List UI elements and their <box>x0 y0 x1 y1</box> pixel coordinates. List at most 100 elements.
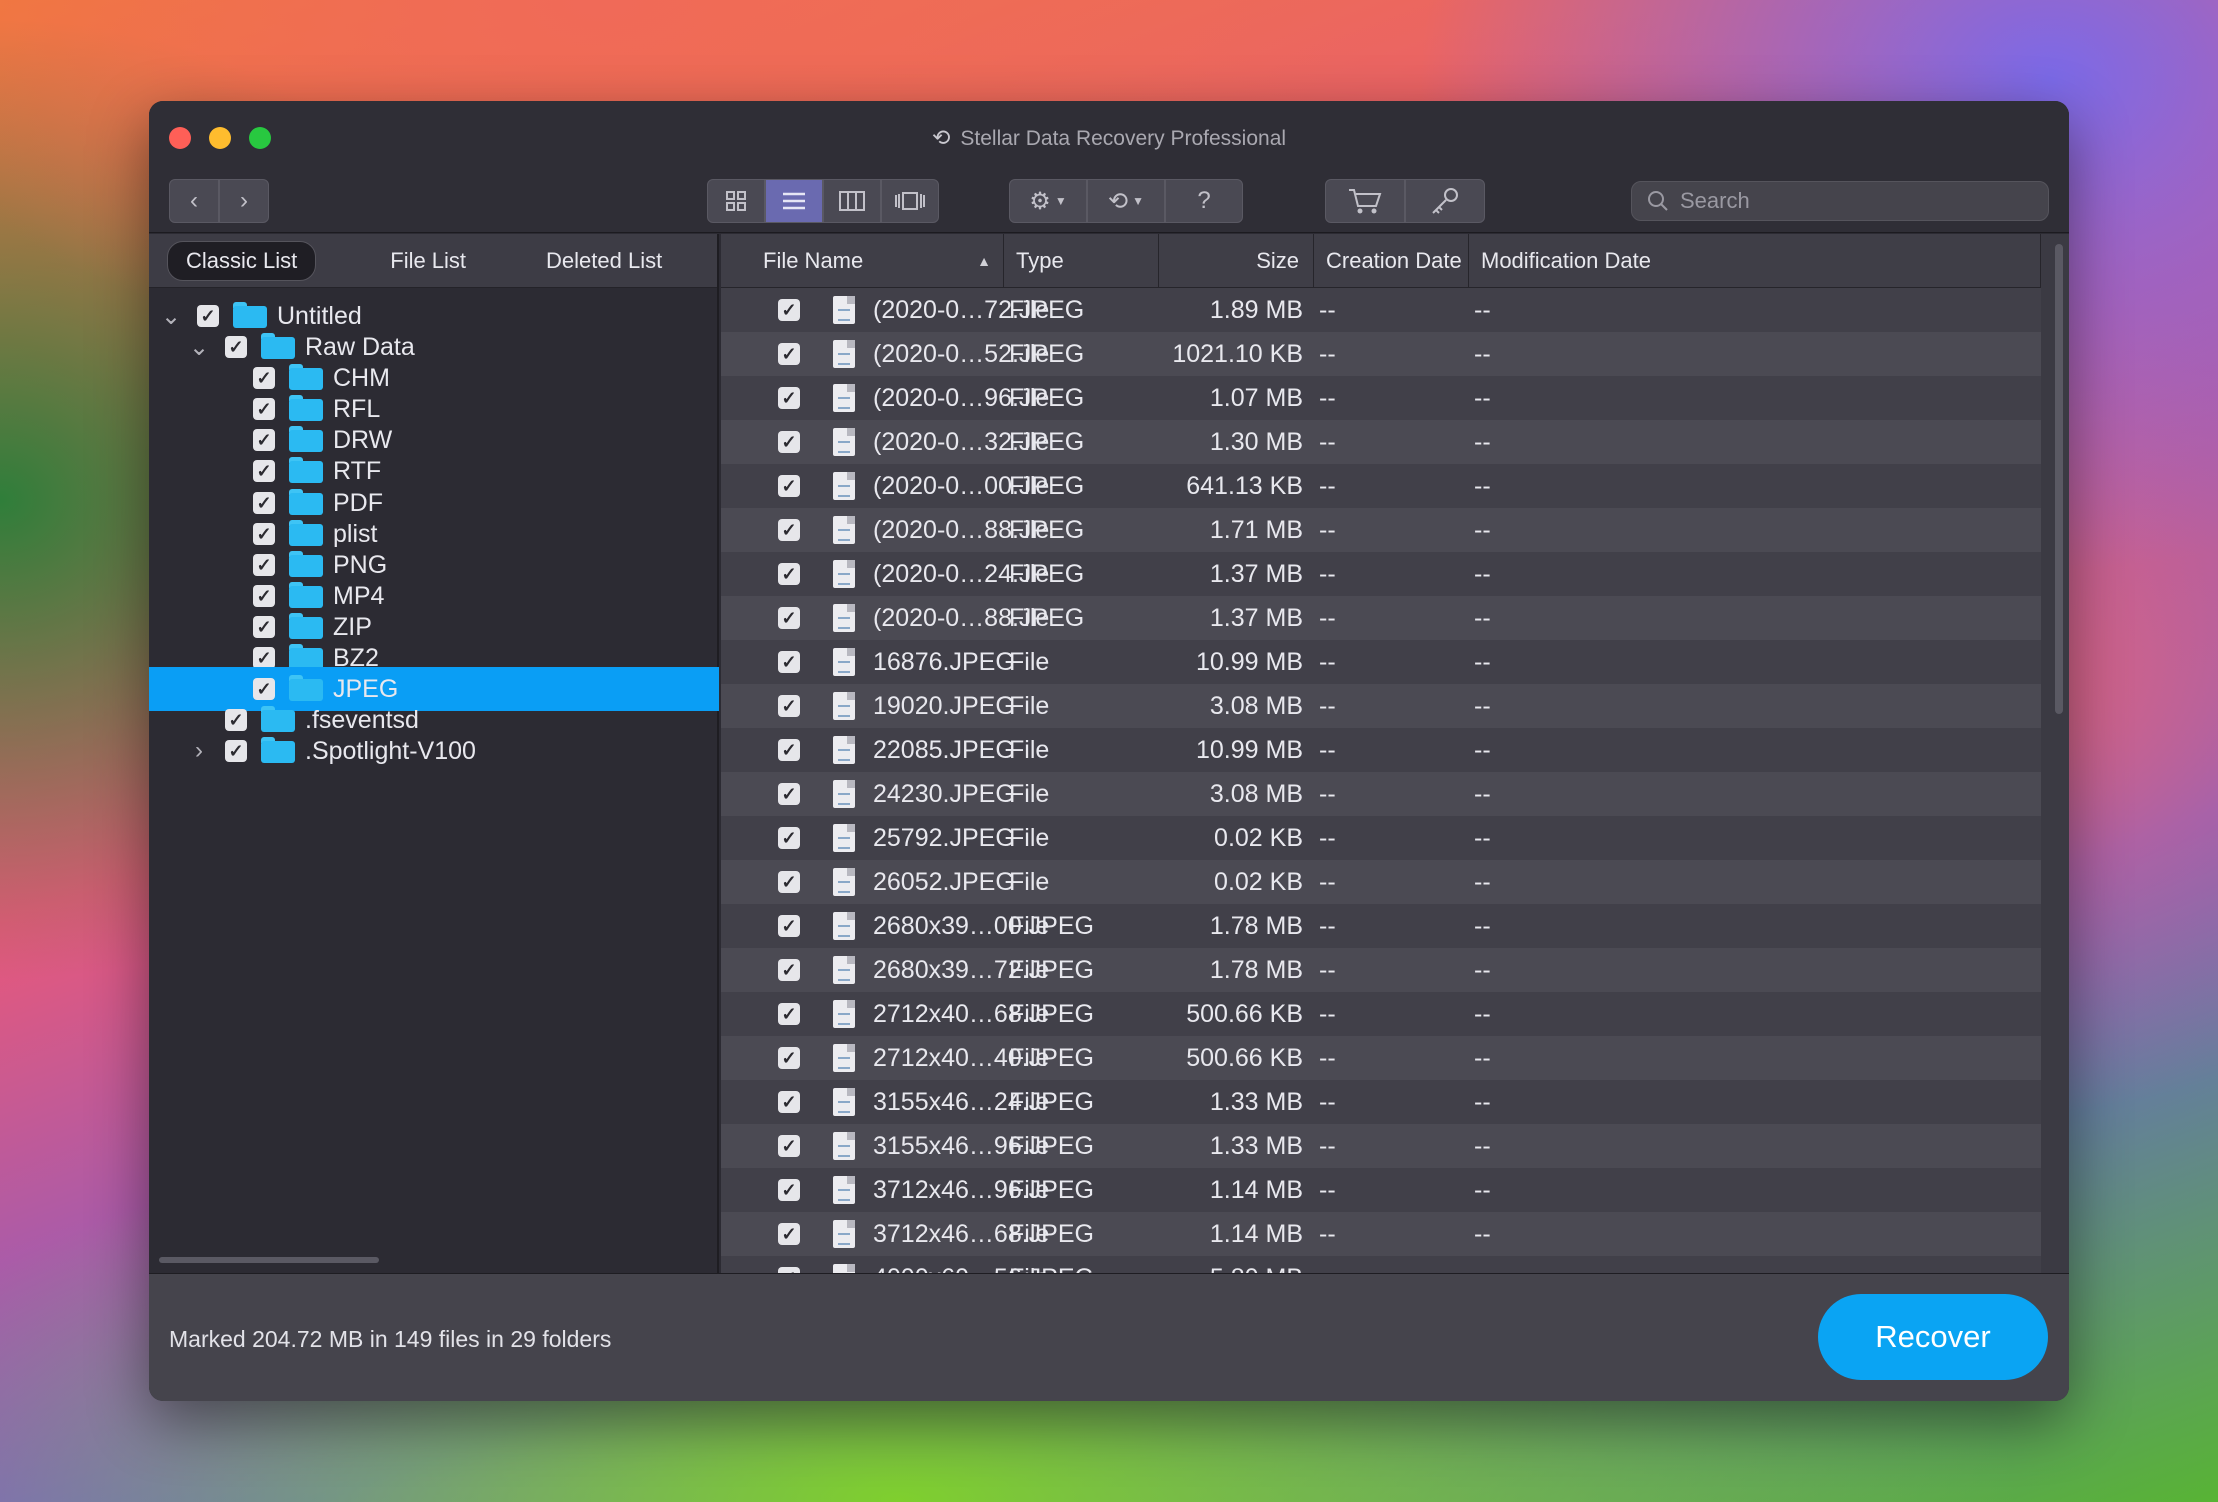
tree-item-checkbox[interactable]: ✓ <box>225 740 247 763</box>
file-checkbox[interactable]: ✓ <box>778 827 800 849</box>
file-name-cell: 16876.JPEG <box>873 648 1015 676</box>
table-row[interactable]: ✓ 26052.JPEG File 0.02 KB -- -- <box>721 860 2041 904</box>
file-checkbox[interactable]: ✓ <box>778 739 800 761</box>
table-row[interactable]: ✓ 3155x46…96.JPEG File 1.33 MB -- -- <box>721 1124 2041 1168</box>
column-header-file-name[interactable]: File Name ▲ <box>721 234 1004 288</box>
recover-button[interactable]: Recover <box>1818 1294 2048 1380</box>
folder-tree-pane: Classic List File List Deleted List ⌄ ✓ Un… <box>149 234 719 1273</box>
search-input[interactable] <box>1680 188 2020 214</box>
icon-view-button[interactable] <box>707 179 765 223</box>
tree-item-checkbox[interactable]: ✓ <box>253 584 275 607</box>
tree-item-checkbox[interactable]: ✓ <box>197 305 219 327</box>
table-row[interactable]: ✓ 19020.JPEG File 3.08 MB -- -- <box>721 684 2041 728</box>
file-checkbox[interactable]: ✓ <box>778 475 800 497</box>
file-checkbox[interactable]: ✓ <box>778 871 800 893</box>
tree-item-checkbox[interactable]: ✓ <box>253 429 275 452</box>
image-file-icon <box>833 692 855 720</box>
tree-item-checkbox[interactable]: ✓ <box>253 647 275 670</box>
column-header-type[interactable]: Type <box>1004 234 1159 288</box>
table-row[interactable]: ✓ 3155x46…24.JPEG File 1.33 MB -- -- <box>721 1080 2041 1124</box>
tab-classic-list[interactable]: Classic List <box>167 240 317 281</box>
chevron-right-icon[interactable]: › <box>187 737 211 765</box>
file-type-cell: File <box>1009 340 1050 368</box>
column-header-creation-date[interactable]: Creation Date <box>1314 234 1469 288</box>
file-checkbox[interactable]: ✓ <box>778 299 800 321</box>
file-checkbox[interactable]: ✓ <box>778 651 800 673</box>
file-checkbox[interactable]: ✓ <box>778 1135 800 1157</box>
modification-date-cell: -- <box>1474 1088 1491 1116</box>
table-row[interactable]: ✓ (2020-0…24.JPEG File 1.37 MB -- -- <box>721 552 2041 596</box>
tab-deleted-list[interactable]: Deleted List <box>528 242 680 280</box>
column-header-modification-date[interactable]: Modification Date <box>1469 234 2041 288</box>
column-view-button[interactable] <box>823 179 881 223</box>
tree-item-checkbox[interactable]: ✓ <box>253 398 275 421</box>
creation-date-cell: -- <box>1319 868 1336 896</box>
file-checkbox[interactable]: ✓ <box>778 1223 800 1245</box>
history-button[interactable]: ⟲ ▼ <box>1087 179 1165 223</box>
back-button[interactable]: ‹ <box>169 179 219 223</box>
table-row[interactable]: ✓ 2712x40…40.JPEG File 500.66 KB -- -- <box>721 1036 2041 1080</box>
tree-item-checkbox[interactable]: ✓ <box>225 336 247 359</box>
tree-item-checkbox[interactable]: ✓ <box>225 709 247 732</box>
tree-item-checkbox[interactable]: ✓ <box>253 678 275 701</box>
file-checkbox[interactable]: ✓ <box>778 519 800 541</box>
table-row[interactable]: ✓ 3712x46…68.JPEG File 1.14 MB -- -- <box>721 1212 2041 1256</box>
file-type-cell: File <box>1009 868 1050 896</box>
modification-date-cell: -- <box>1474 1044 1491 1072</box>
file-checkbox[interactable]: ✓ <box>778 915 800 937</box>
file-size-cell: 1.89 MB <box>1209 296 1303 324</box>
table-row[interactable]: ✓4000x60…56.JPEGFile5.80 MB---- <box>721 1256 2041 1273</box>
vertical-scrollbar[interactable] <box>2055 244 2063 714</box>
file-checkbox[interactable]: ✓ <box>778 607 800 629</box>
file-checkbox[interactable]: ✓ <box>778 1091 800 1113</box>
column-header-size[interactable]: Size <box>1159 234 1314 288</box>
file-checkbox[interactable]: ✓ <box>778 387 800 409</box>
table-row[interactable]: ✓ 2712x40…68.JPEG File 500.66 KB -- -- <box>721 992 2041 1036</box>
tree-item-checkbox[interactable]: ✓ <box>253 460 275 483</box>
image-file-icon <box>833 1220 855 1248</box>
table-row[interactable]: ✓ (2020-0…72.JPEG File 1.89 MB -- -- <box>721 288 2041 332</box>
help-button[interactable]: ? <box>1165 179 1243 223</box>
cover-flow-view-button[interactable] <box>881 179 939 223</box>
table-row[interactable]: ✓ (2020-0…00.JPEG File 641.13 KB -- -- <box>721 464 2041 508</box>
table-row[interactable]: ✓ 22085.JPEG File 10.99 MB -- -- <box>721 728 2041 772</box>
table-row[interactable]: ✓ 25792.JPEG File 0.02 KB -- -- <box>721 816 2041 860</box>
file-checkbox[interactable]: ✓ <box>778 783 800 805</box>
forward-button[interactable]: › <box>219 179 269 223</box>
file-checkbox[interactable]: ✓ <box>778 1179 800 1201</box>
tree-item-checkbox[interactable]: ✓ <box>253 553 275 576</box>
activate-button[interactable] <box>1405 179 1485 223</box>
horizontal-scrollbar[interactable] <box>159 1257 379 1263</box>
tree-item-checkbox[interactable]: ✓ <box>253 491 275 514</box>
file-size-cell: 1021.10 KB <box>1172 340 1303 368</box>
table-row[interactable]: ✓ 2680x39…00.JPEG File 1.78 MB -- -- <box>721 904 2041 948</box>
file-checkbox[interactable]: ✓ <box>778 563 800 585</box>
buy-button[interactable] <box>1325 179 1405 223</box>
tab-file-list[interactable]: File List <box>372 242 484 280</box>
file-type-cell: File <box>1009 912 1050 940</box>
tree-item-checkbox[interactable]: ✓ <box>253 367 275 390</box>
table-row[interactable]: ✓ 24230.JPEG File 3.08 MB -- -- <box>721 772 2041 816</box>
table-row[interactable]: ✓ 2680x39…72.JPEG File 1.78 MB -- -- <box>721 948 2041 992</box>
settings-button[interactable]: ⚙ ▼ <box>1009 179 1087 223</box>
table-row[interactable]: ✓ 3712x46…96.JPEG File 1.14 MB -- -- <box>721 1168 2041 1212</box>
table-row[interactable]: ✓ 16876.JPEG File 10.99 MB -- -- <box>721 640 2041 684</box>
file-name-cell: 26052.JPEG <box>873 868 1015 896</box>
folder-icon <box>261 706 295 733</box>
file-checkbox[interactable]: ✓ <box>778 1003 800 1025</box>
table-row[interactable]: ✓ (2020-0…32.JPEG File 1.30 MB -- -- <box>721 420 2041 464</box>
table-row[interactable]: ✓ (2020-0…52.JPEG File 1021.10 KB -- -- <box>721 332 2041 376</box>
table-row[interactable]: ✓ (2020-0…96.JPEG File 1.07 MB -- -- <box>721 376 2041 420</box>
file-checkbox[interactable]: ✓ <box>778 959 800 981</box>
tree-item-checkbox[interactable]: ✓ <box>253 615 275 638</box>
list-view-button[interactable] <box>765 179 823 223</box>
tree-item-checkbox[interactable]: ✓ <box>253 522 275 545</box>
file-checkbox[interactable]: ✓ <box>778 695 800 717</box>
table-row[interactable]: ✓ (2020-0…88.JPEG File 1.71 MB -- -- <box>721 508 2041 552</box>
file-checkbox[interactable]: ✓ <box>778 1047 800 1069</box>
tree-item[interactable]: › ✓ .Spotlight-V100 <box>149 729 719 773</box>
file-checkbox[interactable]: ✓ <box>778 343 800 365</box>
grid-icon <box>726 191 746 211</box>
file-checkbox[interactable]: ✓ <box>778 431 800 453</box>
table-row[interactable]: ✓ (2020-0…88.JPEG File 1.37 MB -- -- <box>721 596 2041 640</box>
